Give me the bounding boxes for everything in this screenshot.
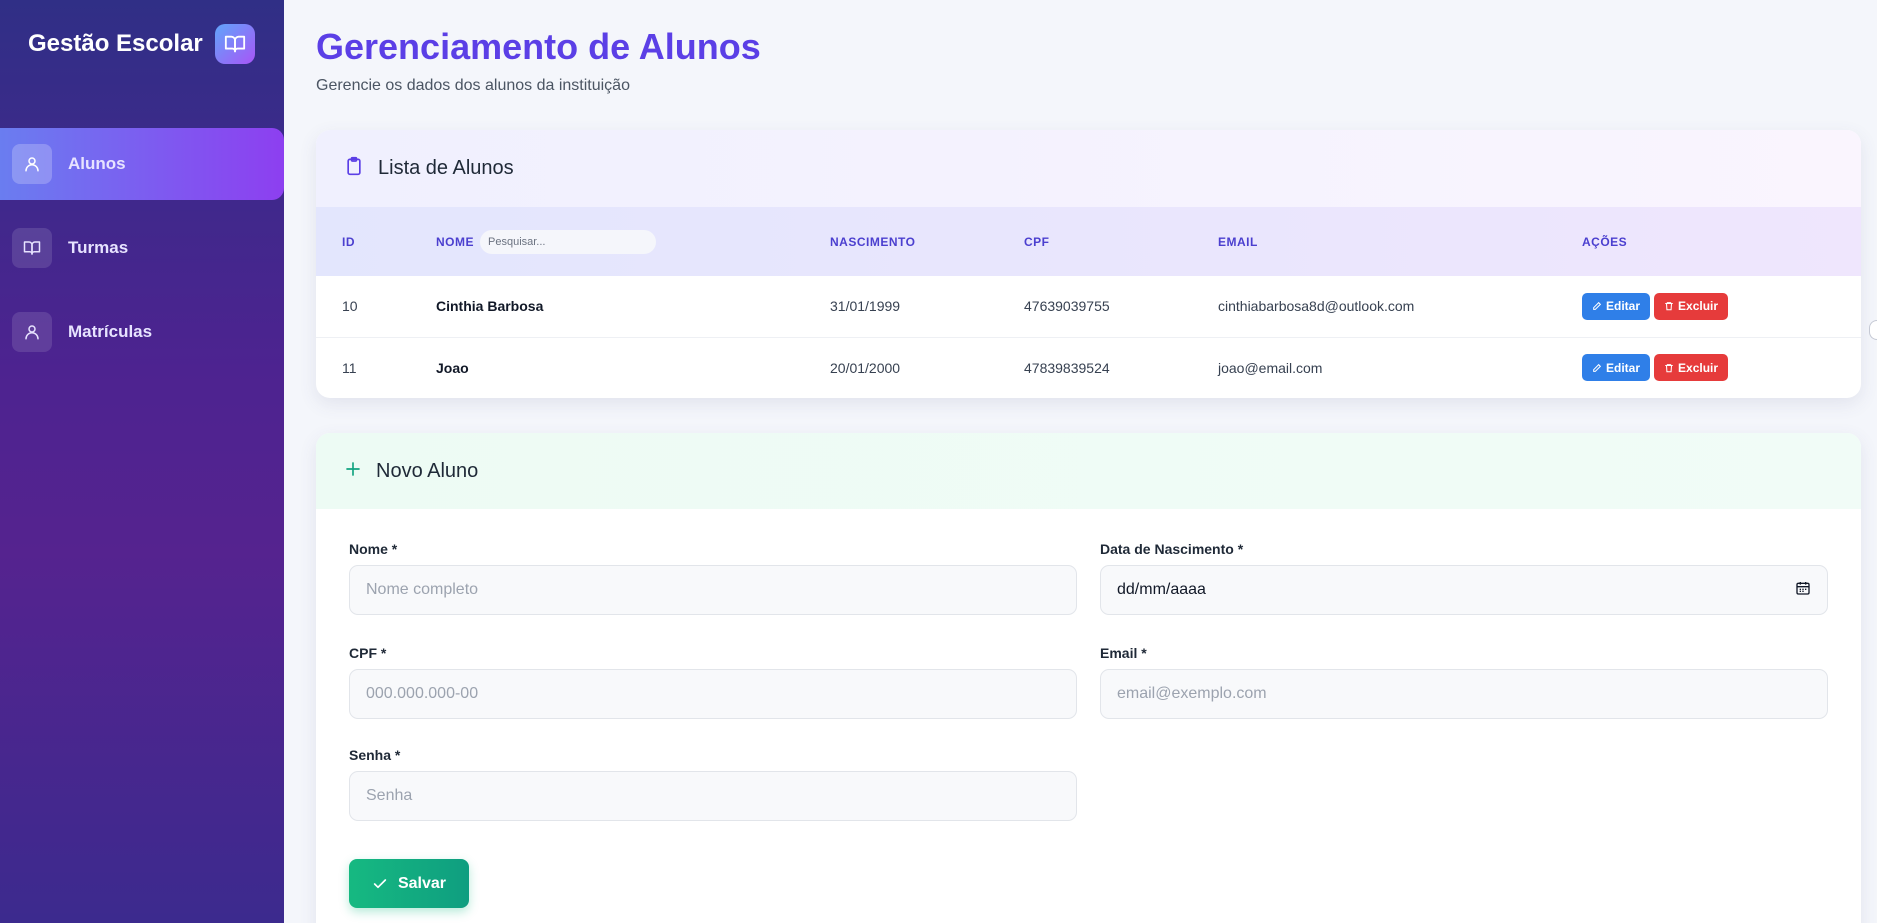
table-header-row: ID NOME NASCIMENTO CPF EMAIL AÇÕES xyxy=(316,207,1861,276)
column-header-id: ID xyxy=(342,234,355,249)
cell-nascimento: 31/01/1999 xyxy=(830,298,901,315)
edit-button-label: Editar xyxy=(1606,360,1641,375)
list-card-header: Lista de Alunos xyxy=(316,130,1861,207)
column-header-nascimento: NASCIMENTO xyxy=(830,234,916,249)
delete-button-label: Excluir xyxy=(1678,299,1719,314)
main-content: Gerenciamento de Alunos Gerencie os dado… xyxy=(284,0,1877,923)
senha-label: Senha * xyxy=(349,747,401,763)
field-nome: Nome * xyxy=(349,541,1077,615)
scroll-handle[interactable] xyxy=(1869,320,1877,340)
save-button[interactable]: Salvar xyxy=(349,859,469,908)
cell-id: 11 xyxy=(342,359,357,376)
form-title: Novo Aluno xyxy=(376,459,479,482)
trash-icon xyxy=(1665,363,1673,372)
plus-icon xyxy=(344,460,362,483)
user-icon xyxy=(12,144,52,184)
form-card-header: Novo Aluno xyxy=(316,433,1861,509)
column-header-nome: NOME xyxy=(436,207,830,276)
field-cpf: CPF * xyxy=(349,645,1077,719)
user-icon xyxy=(12,312,52,352)
nome-input[interactable] xyxy=(349,565,1077,615)
field-data-nascimento: Data de Nascimento * dd/mm/aaaa xyxy=(1100,541,1828,615)
email-input[interactable] xyxy=(1100,669,1828,719)
sidebar-item-label: Matrículas xyxy=(68,322,153,341)
cell-email: cinthiabarbosa8d@outlook.com xyxy=(1218,298,1415,315)
column-header-nome-label: NOME xyxy=(436,234,474,249)
save-button-label: Salvar xyxy=(397,874,447,892)
senha-input[interactable] xyxy=(349,771,1077,821)
sidebar: Gestão Escolar Alunos Turmas Matrículas xyxy=(0,0,284,923)
brand: Gestão Escolar xyxy=(28,24,255,64)
calendar-icon[interactable] xyxy=(1795,580,1811,601)
column-header-cpf: CPF xyxy=(1024,234,1050,249)
delete-button[interactable]: Excluir xyxy=(1654,354,1729,381)
edit-icon xyxy=(1593,302,1602,311)
delete-button[interactable]: Excluir xyxy=(1654,292,1729,320)
sidebar-item-matriculas[interactable]: Matrículas xyxy=(0,296,284,368)
cell-nascimento: 20/01/2000 xyxy=(830,359,901,376)
cell-email: joao@email.com xyxy=(1218,359,1323,376)
field-senha: Senha * xyxy=(349,747,1077,821)
nome-label: Nome * xyxy=(349,541,398,557)
new-student-form: Nome * Data de Nascimento * dd/mm/aaaa C… xyxy=(316,509,1861,923)
cell-nome: Joao xyxy=(436,359,469,376)
cell-id: 10 xyxy=(342,298,358,315)
book-icon xyxy=(12,228,52,268)
data-nascimento-value: dd/mm/aaaa xyxy=(1117,581,1206,598)
cell-nome: Cinthia Barbosa xyxy=(436,298,544,315)
column-header-acoes: AÇÕES xyxy=(1582,234,1628,249)
clipboard-icon xyxy=(344,156,364,181)
cpf-input[interactable] xyxy=(349,669,1077,719)
cpf-label: CPF * xyxy=(349,645,387,661)
new-student-card: Novo Aluno Nome * Data de Nascimento * d… xyxy=(316,433,1861,923)
table-row: 10 Cinthia Barbosa 31/01/1999 4763903975… xyxy=(316,276,1861,337)
cell-acoes: Editar Excluir xyxy=(1582,337,1861,398)
list-title: Lista de Alunos xyxy=(378,157,514,179)
column-header-email: EMAIL xyxy=(1218,234,1258,249)
sidebar-item-label: Turmas xyxy=(68,238,129,257)
brand-title: Gestão Escolar xyxy=(28,30,203,57)
table-row: 11 Joao 20/01/2000 47839839524 joao@emai… xyxy=(316,337,1861,398)
students-table: ID NOME NASCIMENTO CPF EMAIL AÇÕES 10 xyxy=(316,207,1861,398)
check-icon xyxy=(373,878,387,888)
sidebar-item-turmas[interactable]: Turmas xyxy=(0,212,284,284)
cell-acoes: Editar Excluir xyxy=(1582,276,1861,337)
search-input[interactable] xyxy=(480,229,656,254)
field-email: Email * xyxy=(1100,645,1828,719)
sidebar-nav: Alunos Turmas Matrículas xyxy=(0,128,284,380)
cell-cpf: 47839839524 xyxy=(1024,359,1110,376)
sidebar-item-label: Alunos xyxy=(68,154,126,173)
email-label: Email * xyxy=(1100,645,1147,661)
book-icon xyxy=(214,24,255,64)
page-title: Gerenciamento de Alunos xyxy=(316,26,761,67)
data-nascimento-input[interactable]: dd/mm/aaaa xyxy=(1100,565,1828,615)
edit-icon xyxy=(1593,363,1602,372)
cell-cpf: 47639039755 xyxy=(1024,298,1110,315)
sidebar-item-alunos[interactable]: Alunos xyxy=(0,128,284,200)
trash-icon xyxy=(1665,302,1673,311)
data-nascimento-label: Data de Nascimento * xyxy=(1100,541,1244,557)
edit-button[interactable]: Editar xyxy=(1582,354,1651,381)
edit-button[interactable]: Editar xyxy=(1582,292,1651,320)
students-list-card: Lista de Alunos ID NOME NASCIMENTO CPF E… xyxy=(316,130,1861,398)
page-subtitle: Gerencie os dados dos alunos da institui… xyxy=(316,77,630,94)
edit-button-label: Editar xyxy=(1606,299,1641,314)
delete-button-label: Excluir xyxy=(1678,360,1719,375)
